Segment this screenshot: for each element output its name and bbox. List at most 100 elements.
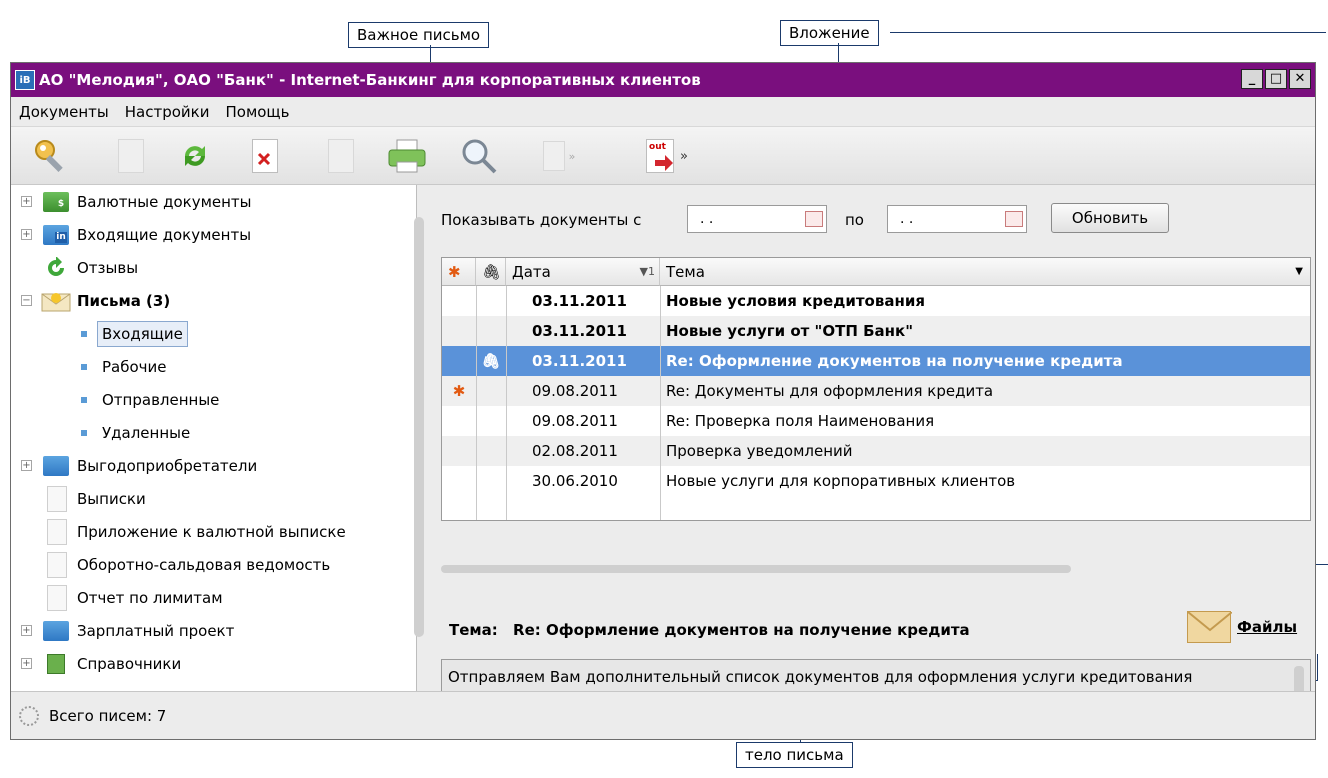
tree-item-label: Выгодоприобретатели bbox=[77, 456, 258, 475]
files-link-label[interactable]: Файлы bbox=[1237, 618, 1297, 636]
cell-attachment: 🖇 bbox=[481, 352, 501, 370]
bullet-icon bbox=[81, 364, 87, 370]
column-header-attachment[interactable]: 🖇 bbox=[476, 258, 506, 286]
refresh-icon[interactable] bbox=[173, 135, 217, 177]
cell-date: 30.06.2010 bbox=[532, 472, 618, 490]
column-subject-label: Тема bbox=[666, 263, 705, 281]
cell-date: 03.11.2011 bbox=[532, 292, 627, 310]
search-icon[interactable] bbox=[457, 135, 501, 177]
table-row[interactable]: 03.11.2011 Новые условия кредитования bbox=[442, 286, 1310, 316]
cell-subject: Новые услуги от "ОТП Банк" bbox=[666, 322, 914, 340]
expand-icon[interactable]: + bbox=[21, 625, 32, 636]
window-title: АО "Мелодия", ОАО "Банк" - Internet-Банк… bbox=[39, 71, 701, 89]
cell-attachment bbox=[476, 316, 506, 346]
column-menu-chevron-icon[interactable]: ▼ bbox=[1295, 258, 1303, 286]
menu-bar: Документы Настройки Помощь bbox=[11, 97, 1315, 127]
table-row[interactable]: 09.08.2011 Re: Проверка поля Наименования bbox=[442, 406, 1310, 436]
close-button[interactable]: ✕ bbox=[1289, 69, 1311, 89]
tree-item-label: Входящие документы bbox=[77, 225, 252, 244]
cell-date: 03.11.2011 bbox=[532, 322, 627, 340]
preview-subject: Тема: Re: Оформление документов на получ… bbox=[449, 621, 970, 639]
edit-document-icon[interactable] bbox=[319, 135, 363, 177]
tree-item-label: Справочники bbox=[77, 654, 182, 673]
dropdown-chevron-icon[interactable]: » bbox=[569, 150, 576, 163]
tree-item-label: Удаленные bbox=[102, 423, 191, 442]
book-icon bbox=[47, 654, 65, 674]
column-header-subject[interactable]: Тема ▼ bbox=[660, 258, 1310, 286]
import-icon[interactable]: » bbox=[537, 135, 581, 177]
incoming-folder-icon: in bbox=[43, 225, 69, 245]
status-bar: Всего писем: 7 bbox=[11, 691, 1315, 739]
expand-icon[interactable]: + bbox=[21, 460, 32, 471]
expand-icon[interactable]: + bbox=[21, 229, 32, 240]
tree-item-label: Выписки bbox=[77, 489, 146, 508]
main-window: iB АО "Мелодия", ОАО "Банк" - Internet-Б… bbox=[10, 62, 1316, 740]
expand-icon[interactable]: + bbox=[21, 196, 32, 207]
calendar-icon[interactable] bbox=[805, 211, 823, 227]
table-row[interactable]: 03.11.2011 Новые услуги от "ОТП Банк" bbox=[442, 316, 1310, 346]
dropdown-chevron-icon[interactable]: » bbox=[680, 149, 688, 164]
letter-body-text: Отправляем Вам дополнительный список док… bbox=[448, 668, 1193, 686]
table-scrollbar[interactable] bbox=[441, 565, 1071, 573]
expand-icon[interactable]: + bbox=[21, 658, 32, 669]
cell-attachment bbox=[476, 466, 506, 496]
column-header-important[interactable]: ✱ bbox=[442, 258, 476, 286]
table-row[interactable]: 30.06.2010 Новые услуги для корпоративных… bbox=[442, 466, 1310, 496]
navigation-tree: + $ Валютные документы + in Входящие док… bbox=[11, 185, 417, 691]
preview-subject-label: Тема: bbox=[449, 621, 498, 639]
cell-subject: Проверка уведомлений bbox=[666, 442, 853, 460]
letters-panel: Показывать документы с . . по . . Обнови… bbox=[429, 185, 1315, 735]
tree-item-label: Валютные документы bbox=[77, 192, 252, 211]
callout-letter-body: тело письма bbox=[736, 742, 853, 768]
tree-item-label: Приложение к валютной выписке bbox=[77, 522, 346, 541]
document-icon bbox=[47, 552, 67, 578]
print-icon[interactable] bbox=[385, 135, 429, 177]
collapse-icon[interactable]: − bbox=[21, 295, 32, 306]
minimize-button[interactable]: _ bbox=[1241, 69, 1263, 89]
bullet-icon bbox=[81, 430, 87, 436]
menu-settings[interactable]: Настройки bbox=[125, 103, 210, 121]
delete-document-icon[interactable] bbox=[243, 135, 287, 177]
files-link[interactable]: Файлы bbox=[1187, 611, 1297, 643]
tree-item-label: Рабочие bbox=[102, 357, 167, 376]
menu-help[interactable]: Помощь bbox=[225, 103, 289, 121]
cell-important bbox=[442, 286, 476, 316]
cell-subject: Re: Проверка поля Наименования bbox=[666, 412, 935, 430]
table-row[interactable]: ✱ 09.08.2011 Re: Документы для оформления … bbox=[442, 376, 1310, 406]
tree-item-label: Отзывы bbox=[77, 258, 139, 277]
menu-documents[interactable]: Документы bbox=[19, 103, 109, 121]
maximize-button[interactable]: □ bbox=[1265, 69, 1287, 89]
export-icon[interactable]: out » bbox=[637, 135, 697, 177]
calendar-icon[interactable] bbox=[1005, 211, 1023, 227]
document-icon bbox=[47, 585, 67, 611]
status-text: Всего писем: 7 bbox=[49, 706, 167, 725]
tree-item-label: Отправленные bbox=[102, 390, 220, 409]
callout-line bbox=[1317, 654, 1318, 681]
app-icon: iB bbox=[15, 70, 35, 90]
cell-important bbox=[442, 316, 476, 346]
cell-date: 09.08.2011 bbox=[532, 382, 618, 400]
cell-important bbox=[442, 436, 476, 466]
loading-icon bbox=[19, 705, 39, 726]
callout-attachment: Вложение bbox=[780, 20, 879, 46]
column-date-label: Дата bbox=[512, 263, 551, 281]
tree-scrollbar[interactable] bbox=[414, 217, 424, 637]
window-controls: _ □ ✕ bbox=[1241, 69, 1311, 89]
table-row[interactable]: 02.08.2011 Проверка уведомлений bbox=[442, 436, 1310, 466]
document-icon bbox=[47, 519, 67, 545]
key-icon[interactable] bbox=[29, 135, 73, 177]
date-from-label: Показывать документы с bbox=[441, 211, 642, 229]
cell-subject: Новые услуги для корпоративных клиентов bbox=[666, 472, 1016, 490]
new-document-icon[interactable] bbox=[109, 135, 153, 177]
folder-icon bbox=[43, 621, 69, 641]
cell-important: ✱ bbox=[452, 382, 466, 400]
column-divider bbox=[476, 286, 477, 520]
folder-icon bbox=[43, 456, 69, 476]
cell-attachment bbox=[476, 286, 506, 316]
column-header-date[interactable]: Дата ▼1 bbox=[506, 258, 660, 286]
cell-attachment bbox=[476, 376, 506, 406]
refresh-button[interactable]: Обновить bbox=[1051, 203, 1169, 233]
table-row[interactable]: 🖇 03.11.2011 Re: Оформление документов на … bbox=[442, 346, 1310, 376]
tree-item-label: Оборотно-сальдовая ведомость bbox=[77, 555, 331, 574]
tree-item-label: Письма (3) bbox=[77, 291, 171, 310]
